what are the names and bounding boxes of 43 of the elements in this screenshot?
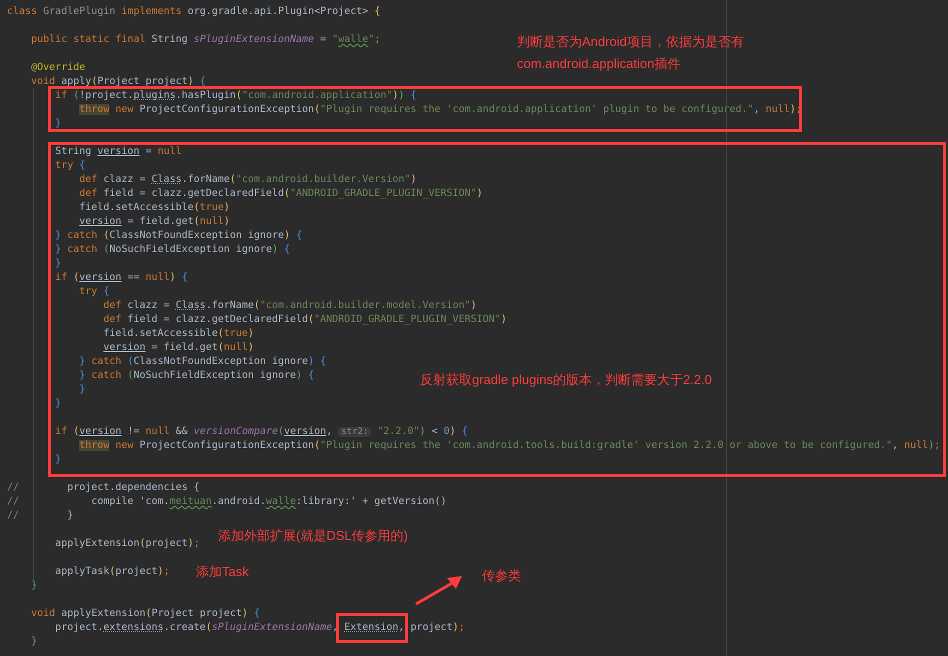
code-line: if (version == null) { — [54, 271, 188, 285]
code-line: def field = clazz.getDeclaredField("ANDROID_GRADLE_PLUGIN_VERSION") — [102, 313, 507, 327]
code-line: } — [30, 635, 38, 649]
annotation-text: 添加Task — [196, 563, 249, 581]
code-line: def clazz = Class.forName("com.android.builder.Version") — [78, 173, 416, 187]
code-line: try { — [54, 159, 86, 173]
code-line: def field = clazz.getDeclaredField("ANDROID_GRADLE_PLUGIN_VERSION") — [78, 187, 483, 201]
code-line: } — [54, 453, 62, 467]
code-line: if (version != null && versionCompare(version, str2: "2.2.0") < 0) { — [54, 425, 468, 439]
code-line: version = field.get(null) — [102, 341, 254, 355]
code-line: applyExtension(project); — [54, 537, 200, 551]
code-line: String version = null — [54, 145, 182, 159]
code-line: } catch (ClassNotFoundException ignore) { — [54, 229, 302, 243]
code-line: } — [78, 383, 86, 397]
code-line: void applyExtension(Project project) { — [30, 607, 260, 621]
highlight-frame — [336, 613, 408, 643]
code-line: if (!project.plugins.hasPlugin("com.android.application")) { — [54, 89, 417, 103]
code-line: } — [54, 397, 62, 411]
code-line: void apply(Project project) { — [30, 75, 206, 89]
code-line: class GradlePlugin implements org.gradle.api.Plugin<Project> { — [7, 5, 380, 19]
code-line: } catch (NoSuchFieldException ignore) { — [54, 243, 290, 257]
code-line: } — [54, 117, 62, 131]
code-line: } catch (ClassNotFoundException ignore) { — [78, 355, 326, 369]
annotation-text: 判断是否为Android项目，依据为是否有 com.android.application插件 — [517, 33, 744, 73]
code-line: // } — [7, 509, 74, 523]
annotation-text: 反射获取gradle plugins的版本，判断需要大于2.2.0 — [420, 371, 712, 389]
code-line: @Override — [30, 61, 86, 75]
code-line: project.extensions.create(sPluginExtensionName, Extension, project); — [54, 621, 465, 635]
code-line: version = field.get(null) — [78, 215, 230, 229]
annotation-text: 传参类 — [482, 567, 521, 585]
annotation-arrow — [414, 574, 464, 606]
code-line: } — [54, 257, 62, 271]
code-line: field.setAccessible(true) — [78, 201, 230, 215]
code-line: applyTask(project); — [54, 565, 170, 579]
code-line: // project.dependencies { — [7, 481, 200, 495]
code-line: def clazz = Class.forName("com.android.builder.model.Version") — [102, 299, 477, 313]
code-line: } catch (NoSuchFieldException ignore) { — [78, 369, 314, 383]
code-line: field.setAccessible(true) — [102, 327, 254, 341]
annotation-text: 添加外部扩展(就是DSL传参用的) — [218, 527, 408, 545]
code-line: try { — [78, 285, 110, 299]
code-line: // compile 'com.meituan.android.walle:library:' + getVersion() — [7, 495, 447, 509]
code-line: public static final String sPluginExtensionName = "walle"; — [30, 33, 380, 47]
code-line: throw new ProjectConfigurationException("Plugin requires the 'com.android.tools.build:gradle' version 2.2.0 or above to be configured.", null); — [78, 439, 940, 453]
